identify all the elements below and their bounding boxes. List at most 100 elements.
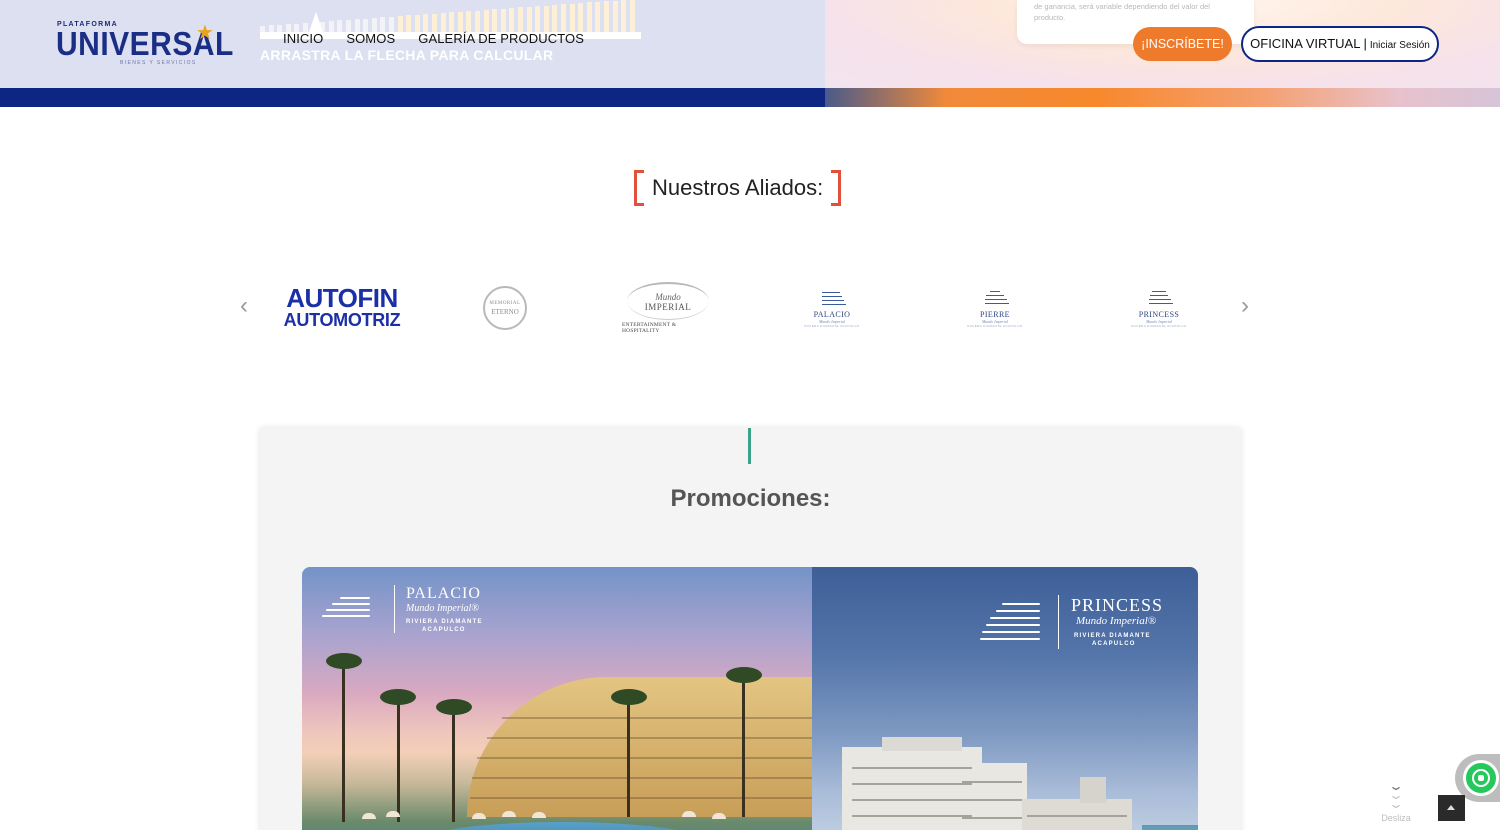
login-label: Iniciar Sesión [1369, 40, 1430, 51]
palacio-banner-name: PALACIO [406, 585, 481, 602]
palacio-banner-script: Mundo Imperial® [406, 603, 479, 614]
calculator-bar [629, 0, 635, 32]
allies-heading: Nuestros Aliados: [634, 168, 842, 208]
princess-building-icon [1146, 289, 1173, 307]
princess-brand: PRINCESS Mundo Imperial® RIVIERA DIAMANT… [980, 595, 1180, 655]
calculator-bar [414, 14, 420, 32]
ally-mundo-imperial[interactable]: Mundo IMPERIAL ENTERTAINMENT & HOSPITALI… [622, 278, 714, 338]
calculator-bar [268, 25, 274, 32]
ally-pierre[interactable]: PIERRE Mundo Imperial RIVIERA DIAMANTE A… [965, 278, 1025, 338]
info-card-text: de ganancia, será variable dependiendo d… [1034, 2, 1210, 22]
calculator-bar [569, 3, 575, 32]
calculator-bar [612, 0, 618, 32]
nav-inicio[interactable]: INICIO [283, 31, 323, 46]
promotion-banner[interactable]: PALACIO Mundo Imperial® RIVIERA DIAMANTE… [302, 567, 1198, 830]
palacio-banner-tagline2: ACAPULCO [422, 627, 466, 633]
hero-left-stripe [0, 88, 825, 107]
office-label: OFICINA VIRTUAL [1250, 36, 1361, 51]
princess-banner-script: Mundo Imperial® [1076, 615, 1157, 627]
calculator-bar [518, 7, 523, 32]
bracket-right [831, 170, 842, 206]
memorial-seal-icon: MEMORIAL ETERNO [483, 286, 527, 330]
virtual-office-button[interactable]: OFICINA VIRTUAL | Iniciar Sesión [1241, 26, 1439, 62]
promotions-section: Promociones: PALACIO Mundo Imperial® RIV… [260, 428, 1241, 830]
calculator-bar [552, 4, 558, 32]
memorial-line1: MEMORIAL [489, 301, 521, 306]
carousel-next-button[interactable]: › [1241, 292, 1249, 320]
ally-autofin[interactable]: AUTOFIN AUTOMOTRIZ [278, 278, 406, 338]
star-icon: ★ [196, 22, 214, 44]
princess-banner-tagline1: RIVIERA DIAMANTE [1074, 633, 1151, 639]
nav-somos[interactable]: SOMOS [346, 31, 395, 46]
ally-palacio[interactable]: PALACIO Mundo Imperial RIVIERA DIAMANTE … [802, 278, 862, 338]
calculator-bar [277, 24, 283, 32]
calculator-bar [475, 10, 480, 32]
princess-name: PRINCESS [1138, 309, 1180, 319]
ally-memorial-eterno[interactable]: MEMORIAL ETERNO [482, 278, 528, 338]
calculator-bar [440, 12, 446, 32]
palacio-name: PALACIO [813, 309, 851, 319]
calculator-bar [423, 14, 429, 32]
scroll-hint: ⌄ ⌄ ⌄ Desliza [1378, 780, 1414, 826]
calculator-bar [526, 6, 532, 32]
nav-galeria[interactable]: GALERÍA DE PRODUCTOS [418, 31, 584, 46]
mundo-tagline: ENTERTAINMENT & HOSPITALITY [622, 322, 677, 334]
princess-tagline: RIVIERA DIAMANTE ACAPULCO [1131, 323, 1187, 328]
pierre-building-icon [982, 289, 1009, 307]
page: ARRASTRA LA FLECHA PARA CALCULAR PLATAFO… [0, 0, 1500, 830]
calculator-bar [457, 11, 463, 32]
main-nav: INICIO SOMOS GALERÍA DE PRODUCTOS [283, 31, 607, 46]
phone-icon [1472, 769, 1490, 787]
calculator-bar [492, 9, 498, 32]
palacio-tagline: RIVIERA DIAMANTE ACAPULCO [804, 323, 860, 328]
back-to-top-button[interactable] [1438, 795, 1465, 821]
princess-logo-icon [980, 603, 1050, 643]
pierre-tagline: RIVIERA DIAMANTE ACAPULCO [967, 323, 1023, 328]
mundo-name: IMPERIAL [644, 301, 692, 312]
palacio-building-icon [819, 289, 846, 307]
calculator-bar [543, 5, 549, 32]
signup-button[interactable]: ¡INSCRÍBETE! [1133, 27, 1232, 61]
calculator-bar [380, 17, 386, 32]
carousel-prev-button[interactable]: ‹ [240, 292, 248, 320]
calculator-bar [466, 11, 472, 32]
princess-banner-name: PRINCESS [1071, 595, 1164, 615]
princess-banner-tagline2: ACAPULCO [1092, 641, 1136, 647]
hero-right-stripe [825, 88, 1500, 107]
calculator-hint: ARRASTRA LA FLECHA PARA CALCULAR [260, 47, 554, 63]
office-separator: | [1363, 36, 1367, 51]
calculator-arrow-handle[interactable] [309, 12, 323, 32]
palacio-logo-icon [322, 595, 382, 625]
mundo-imperial-emblem: Mundo IMPERIAL [627, 282, 709, 320]
calculator-bar [561, 4, 566, 32]
calculator-bar [578, 3, 584, 32]
allies-title: Nuestros Aliados: [652, 175, 824, 200]
calculator-bar [500, 8, 506, 32]
calculator-bar [586, 2, 592, 32]
beach [1142, 825, 1198, 830]
calculator-bar [389, 16, 394, 32]
calculator-bar [371, 17, 377, 32]
calculator-bar [449, 12, 455, 32]
calculator-bar [535, 6, 541, 32]
palacio-photo: PALACIO Mundo Imperial® RIVIERA DIAMANTE… [302, 567, 812, 830]
logo-sub-text: BIENES Y SERVICIOS [120, 60, 197, 66]
calculator-bar [483, 9, 489, 32]
palacio-banner-tagline1: RIVIERA DIAMANTE [406, 619, 483, 625]
palacio-brand: PALACIO Mundo Imperial® RIVIERA DIAMANTE… [322, 585, 502, 635]
bracket-left [634, 170, 644, 206]
ally-princess[interactable]: PRINCESS Mundo Imperial RIVIERA DIAMANTE… [1129, 278, 1189, 338]
promotions-title: Promociones: [670, 485, 831, 512]
logo[interactable]: PLATAFORMA UNIVERSAL ★ BIENES Y SERVICIO… [56, 20, 233, 70]
calculator-bar [406, 15, 412, 32]
chevron-down-icon: ⌄ [1387, 797, 1405, 811]
pierre-name: PIERRE [980, 309, 1010, 319]
whatsapp-icon[interactable] [1463, 760, 1499, 796]
mundo-script: Mundo [655, 291, 681, 302]
pool [412, 822, 712, 830]
princess-tower-center [957, 763, 1027, 830]
calculator-bar [363, 18, 369, 32]
calculator-bar [621, 0, 627, 32]
calculator-bar [397, 16, 403, 32]
calculator-bar [604, 1, 609, 32]
